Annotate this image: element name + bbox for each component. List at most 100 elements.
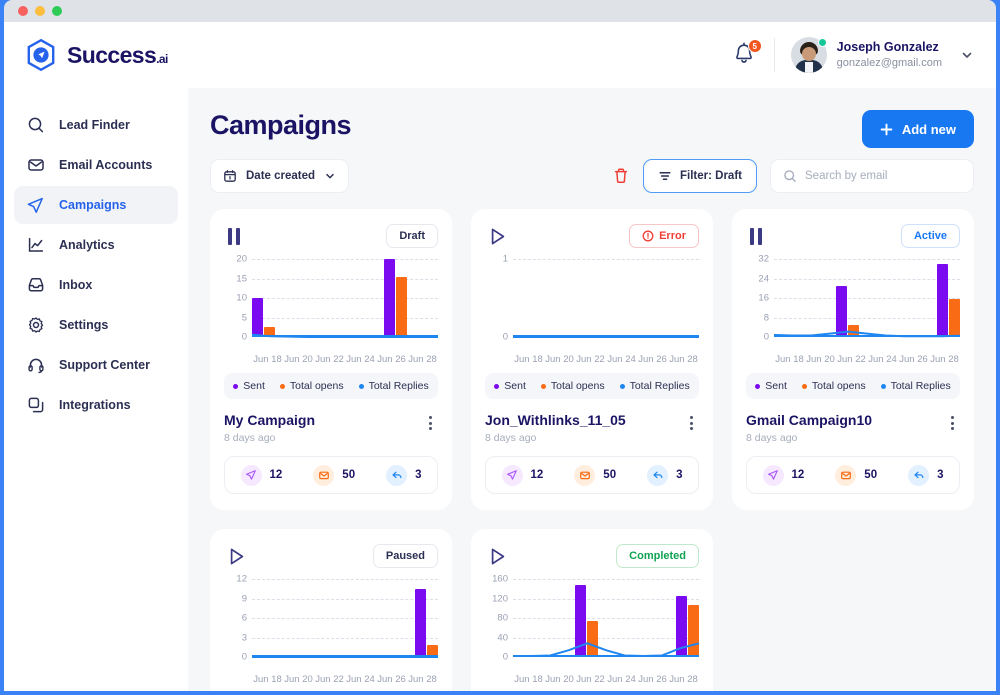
x-axis-tick: Jun 26 bbox=[899, 354, 928, 365]
chart-plot-area bbox=[513, 259, 699, 337]
sidebar-item-campaigns[interactable]: Campaigns bbox=[14, 186, 178, 224]
minimize-window-button[interactable] bbox=[35, 6, 45, 16]
reply-arrow-icon bbox=[386, 464, 408, 486]
status-badge-label: Draft bbox=[399, 230, 425, 242]
stat-replies-value: 3 bbox=[415, 469, 422, 481]
add-new-button[interactable]: Add new bbox=[861, 110, 974, 148]
replies-line bbox=[513, 579, 699, 657]
filter-button[interactable]: Filter: Draft bbox=[643, 159, 757, 193]
sort-dropdown[interactable]: Date created bbox=[210, 159, 350, 193]
campaign-chart: 0 40 80 120 160 bbox=[485, 574, 699, 671]
close-window-button[interactable] bbox=[18, 6, 28, 16]
status-badge[interactable]: Active bbox=[900, 224, 960, 248]
replies-line bbox=[513, 259, 699, 337]
stat-sent-value: 12 bbox=[269, 469, 283, 481]
x-axis-tick: Jun 18 bbox=[514, 354, 543, 365]
campaign-title: Gmail Campaign10 bbox=[746, 412, 873, 428]
x-axis-tick: Jun 24 bbox=[868, 354, 897, 365]
pause-icon[interactable] bbox=[224, 227, 240, 245]
y-axis-tick: 0 bbox=[502, 651, 508, 663]
x-axis-tick: Jun 26 bbox=[638, 674, 667, 685]
chart-legend: Sent Total opens Total Replies bbox=[485, 373, 699, 399]
y-axis-tick: 20 bbox=[236, 253, 247, 265]
x-axis-tick: Jun 18 bbox=[514, 674, 543, 685]
chevron-down-icon[interactable] bbox=[960, 48, 974, 62]
maximize-window-button[interactable] bbox=[52, 6, 62, 16]
sidebar-item-label: Integrations bbox=[59, 398, 131, 412]
status-badge[interactable]: Error bbox=[629, 224, 699, 248]
y-axis-tick: 32 bbox=[758, 253, 769, 265]
legend-label: Total Replies bbox=[368, 380, 429, 392]
y-axis-tick: 160 bbox=[492, 573, 508, 585]
campaign-card[interactable]: Draft 0 5 10 15 20 Jun 18 Jun 20 Jun 22 Jun 24 Jun… bbox=[210, 209, 452, 510]
campaign-timestamp: 8 days ago bbox=[224, 432, 276, 444]
x-axis-tick: Jun 28 bbox=[669, 674, 698, 685]
card-title-row: Jon_Withlinks_11_05 8 days ago bbox=[485, 412, 699, 444]
search-icon bbox=[26, 116, 45, 135]
replies-line bbox=[252, 259, 438, 337]
brand-suffix: .ai bbox=[156, 51, 168, 66]
pause-icon[interactable] bbox=[746, 227, 762, 245]
chart-y-axis: 0 3 6 9 12 bbox=[224, 574, 250, 663]
status-badge[interactable]: Paused bbox=[372, 544, 438, 568]
chart-baseline bbox=[252, 655, 438, 657]
brand-logo[interactable]: Success.ai bbox=[24, 38, 168, 72]
search-input[interactable] bbox=[805, 170, 961, 182]
campaign-chart: 0 5 10 15 20 bbox=[224, 254, 438, 351]
y-axis-tick: 24 bbox=[758, 273, 769, 284]
sidebar-item-lead-finder[interactable]: Lead Finder bbox=[14, 106, 178, 144]
play-icon[interactable] bbox=[485, 227, 507, 246]
legend-dot bbox=[494, 383, 500, 389]
x-axis-tick: Jun 24 bbox=[346, 674, 375, 685]
sidebar-item-support-center[interactable]: Support Center bbox=[14, 346, 178, 384]
status-badge[interactable]: Draft bbox=[386, 224, 438, 248]
campaign-card[interactable]: Active 0 8 16 24 32 Jun 18 Jun 20 Jun 22 Jun 24 Ju… bbox=[732, 209, 974, 510]
card-header: Draft bbox=[224, 223, 438, 249]
brand-name: Success.ai bbox=[67, 41, 168, 68]
legend-item: Total opens bbox=[279, 380, 344, 392]
chart-plot-area bbox=[252, 259, 438, 337]
campaign-card[interactable]: Paused 0 3 6 9 12 Jun 18 Jun 20 Jun 22 Jun 24 Jun … bbox=[210, 529, 452, 691]
x-axis-tick: Jun 22 bbox=[576, 674, 605, 685]
play-icon[interactable] bbox=[224, 547, 246, 566]
reply-arrow-icon bbox=[647, 464, 669, 486]
sidebar-item-analytics[interactable]: Analytics bbox=[14, 226, 178, 264]
y-axis-tick: 8 bbox=[763, 312, 769, 323]
user-menu[interactable]: Joseph Gonzalez gonzalez@gmail.com bbox=[790, 37, 974, 73]
sidebar-item-email-accounts[interactable]: Email Accounts bbox=[14, 146, 178, 184]
chart-y-axis: 01 bbox=[485, 254, 511, 343]
search-box[interactable] bbox=[770, 159, 974, 193]
card-menu-button[interactable] bbox=[945, 412, 960, 434]
headset-icon bbox=[26, 356, 45, 375]
legend-label: Total opens bbox=[289, 380, 344, 392]
campaign-card[interactable]: Error 0 1 Jun 18 Jun 20 Jun 22 Jun 24 Jun 26 Jun… bbox=[471, 209, 713, 510]
notifications-button[interactable]: 5 bbox=[732, 39, 762, 69]
trash-icon[interactable] bbox=[612, 167, 630, 185]
legend-item: Sent bbox=[233, 380, 265, 392]
stat-total-opens: 50 bbox=[574, 464, 616, 486]
chart-line-icon bbox=[26, 236, 45, 255]
chart-x-axis: Jun 18 Jun 20 Jun 22 Jun 24 Jun 26 Jun 28 bbox=[513, 354, 699, 365]
sidebar-item-inbox[interactable]: Inbox bbox=[14, 266, 178, 304]
reply-arrow-icon bbox=[908, 464, 930, 486]
card-menu-button[interactable] bbox=[684, 412, 699, 434]
sidebar-item-label: Settings bbox=[59, 318, 109, 332]
stat-total-replies: 3 bbox=[386, 464, 422, 486]
legend-label: Total Replies bbox=[890, 380, 951, 392]
campaign-card[interactable]: Completed 0 40 80 120 160 Jun 18 Jun 20 Jun 22 Ju… bbox=[471, 529, 713, 691]
chart-legend: Sent Total opens Total Replies bbox=[224, 373, 438, 399]
chevron-down-icon bbox=[324, 170, 336, 182]
card-menu-button[interactable] bbox=[423, 412, 438, 434]
x-axis-tick: Jun 20 bbox=[284, 674, 313, 685]
chart-x-axis: Jun 18 Jun 20 Jun 22 Jun 24 Jun 26 Jun 28 bbox=[252, 674, 438, 685]
x-axis-tick: Jun 26 bbox=[377, 674, 406, 685]
sidebar-item-settings[interactable]: Settings bbox=[14, 306, 178, 344]
legend-item: Total Replies bbox=[619, 380, 690, 392]
legend-dot bbox=[540, 383, 546, 389]
sidebar-item-integrations[interactable]: Integrations bbox=[14, 386, 178, 424]
x-axis-tick: Jun 20 bbox=[284, 354, 313, 365]
sidebar-item-label: Email Accounts bbox=[59, 158, 153, 172]
status-badge[interactable]: Completed bbox=[616, 544, 699, 568]
play-icon[interactable] bbox=[485, 547, 507, 566]
status-badge-label: Completed bbox=[629, 550, 686, 562]
